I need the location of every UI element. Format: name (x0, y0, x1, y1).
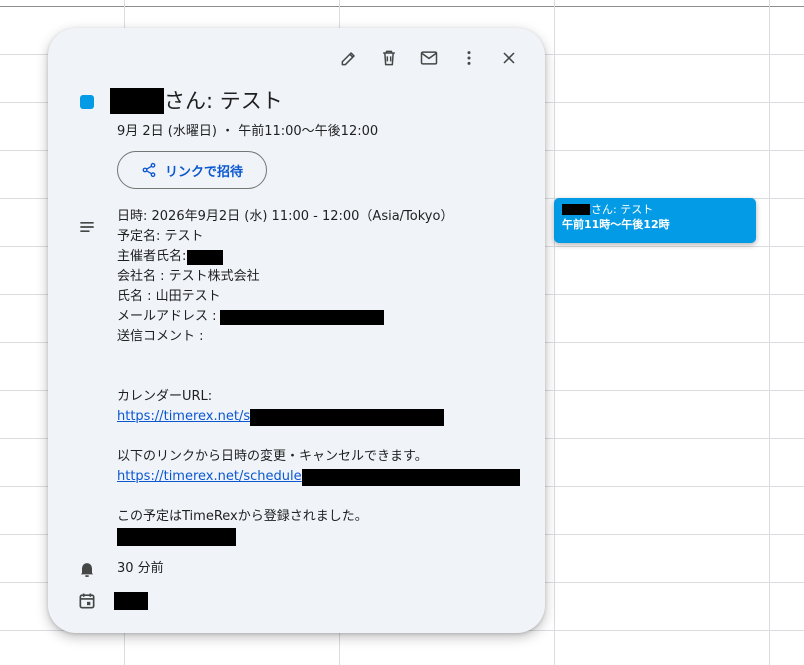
redacted-host (187, 249, 224, 265)
redacted-name (110, 88, 164, 114)
grid-event-chip[interactable]: さん: テスト 午前11時～午後12時 (554, 198, 756, 243)
desc-schedule-url: https://timerex.net/schedule (117, 467, 527, 487)
event-color-indicator (80, 95, 94, 109)
redacted-text (117, 528, 236, 546)
popup-toolbar (329, 42, 529, 74)
invite-by-link-label: リンクで招待 (164, 164, 243, 180)
close-icon (503, 52, 515, 64)
delete-button[interactable] (369, 42, 409, 74)
description-icon (80, 222, 94, 232)
desc-schedule-name: 予定名: テスト (117, 229, 204, 244)
grid-day-line (769, 0, 770, 665)
desc-datetime: 日時: 2026年9月2日 (水) 11:00 - 12:00（Asia/Tok… (117, 209, 454, 224)
redacted-url (301, 468, 520, 486)
grid-top-border (0, 6, 804, 7)
chip-title-suffix: さん: テスト (591, 203, 654, 216)
desc-registered-note: この予定はTimeRexから登録されました。 (117, 509, 368, 524)
desc-email-label: メールアドレス : (117, 309, 217, 324)
pencil-icon (341, 52, 355, 66)
redacted-email (219, 309, 384, 325)
chip-time: 午前11時～午後12時 (562, 218, 670, 231)
more-vert-icon (467, 51, 471, 65)
desc-redacted-line (117, 527, 527, 547)
redacted-calendar-owner (114, 592, 148, 610)
more-options-button[interactable] (449, 42, 489, 74)
close-button[interactable] (489, 42, 529, 74)
grid-day-line (554, 0, 555, 665)
event-title: さん: テスト (110, 86, 283, 116)
share-icon (142, 162, 156, 178)
mail-icon (420, 51, 438, 65)
event-details-popup: さん: テスト 9月 2日 (水曜日) ・ 午前11:00～午後12:00 リン… (48, 28, 545, 633)
invite-by-link-button[interactable]: リンクで招待 (117, 151, 267, 189)
calendar-icon (79, 593, 95, 609)
desc-comment: 送信コメント : (117, 329, 204, 344)
trash-icon (383, 50, 395, 66)
desc-email: メールアドレス : (117, 307, 527, 327)
email-guests-button[interactable] (409, 42, 449, 74)
redacted-url (250, 408, 445, 426)
desc-host-label: 主催者氏名: (117, 249, 187, 264)
schedule-url-link[interactable]: https://timerex.net/schedule (117, 467, 302, 487)
bell-icon (80, 563, 94, 577)
calendar-url-link[interactable]: https://timerex.net/s (117, 407, 250, 427)
redacted-name (562, 204, 590, 215)
desc-calendar-url: https://timerex.net/s (117, 407, 527, 427)
calendar-view: さん: テスト 午前11時～午後12時 さん: テスト 9月 2日 (水曜日) … (0, 0, 804, 665)
desc-host: 主催者氏名: (117, 247, 527, 267)
event-description: 日時: 2026年9月2日 (水) 11:00 - 12:00（Asia/Tok… (117, 207, 527, 547)
edit-button[interactable] (329, 42, 369, 74)
desc-change-note: 以下のリンクから日時の変更・キャンセルできます。 (117, 449, 428, 464)
desc-name: 氏名 : 山田テスト (117, 289, 221, 304)
desc-company: 会社名 : テスト株式会社 (117, 269, 260, 284)
reminder-text: 30 分前 (117, 561, 164, 576)
chip-title: さん: テスト (562, 202, 748, 217)
desc-calendar-url-label: カレンダーURL: (117, 389, 213, 404)
event-title-suffix: さん: テスト (164, 89, 283, 113)
event-datetime: 9月 2日 (水曜日) ・ 午前11:00～午後12:00 (117, 124, 379, 139)
